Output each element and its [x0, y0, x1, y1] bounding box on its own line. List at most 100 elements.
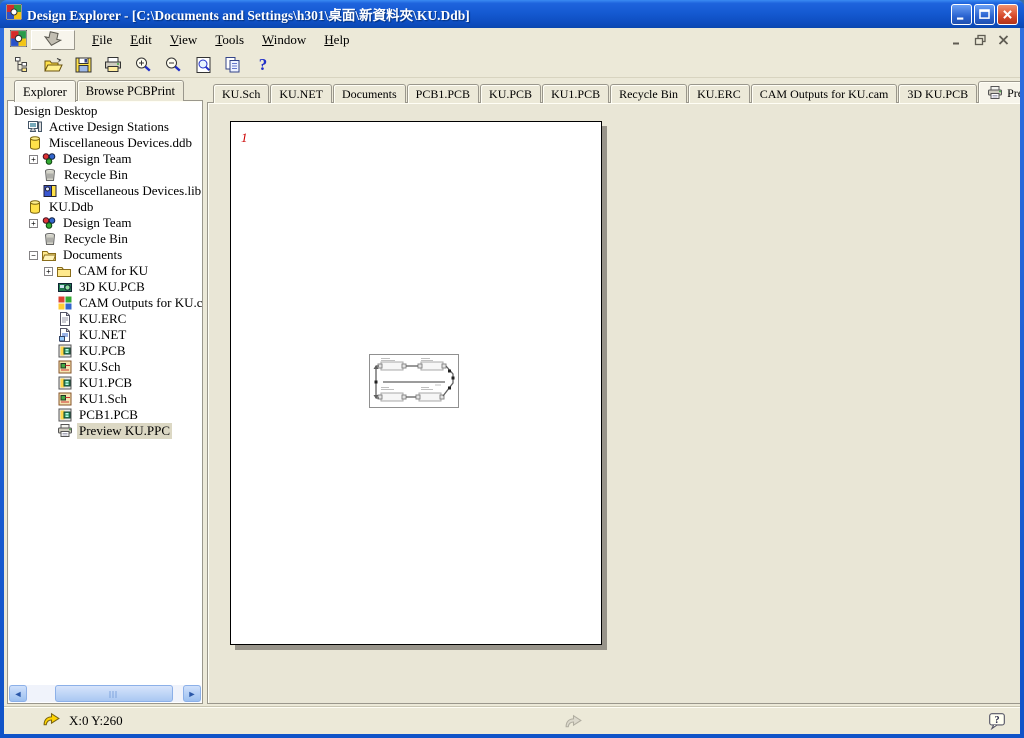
- context-help-icon[interactable]: ?: [988, 712, 1006, 734]
- recycle-bin-icon: [42, 167, 58, 183]
- expand-toggle-icon[interactable]: −: [29, 251, 38, 260]
- page-preview-button[interactable]: [190, 53, 216, 76]
- scrollbar-thumb[interactable]: [55, 685, 173, 702]
- tree-item-miscellaneous-devices-ddb[interactable]: Miscellaneous Devices.ddb: [8, 135, 202, 151]
- status-bar: X:0 Y:260 ?: [4, 707, 1020, 734]
- tree-item-pcb1-pcb[interactable]: PCB1.PCB: [8, 407, 202, 423]
- tree-item-preview-ku-ppc[interactable]: Preview KU.PPC: [8, 423, 202, 439]
- menu-tools[interactable]: Tools: [206, 30, 253, 50]
- window-title: Design Explorer - [C:\Documents and Sett…: [27, 4, 470, 24]
- close-button[interactable]: [997, 4, 1018, 25]
- document-tab-ku-pcb[interactable]: KU.PCB: [480, 84, 541, 103]
- sch-doc-icon: [57, 359, 73, 375]
- expand-toggle-icon[interactable]: +: [44, 267, 53, 276]
- protel-app-icon[interactable]: [10, 30, 27, 51]
- document-tab-documents[interactable]: Documents: [333, 84, 406, 103]
- tree-item-ku-net[interactable]: KU.NET: [8, 327, 202, 343]
- tree-item-label: Active Design Stations: [47, 119, 171, 135]
- open-document-button[interactable]: [40, 53, 66, 76]
- panel-tab-browse-pcbprint[interactable]: Browse PCBPrint: [77, 80, 184, 101]
- scroll-right-button[interactable]: ►: [183, 685, 201, 702]
- tree-item-label: Preview KU.PPC: [77, 423, 172, 439]
- tab-label: 3D KU.PCB: [907, 87, 968, 102]
- status-arrow-disabled-icon: [564, 714, 583, 733]
- tree-item-3d-ku-pcb[interactable]: 3D KU.PCB: [8, 279, 202, 295]
- tab-label: KU.ERC: [697, 87, 741, 102]
- cam-outputs-icon: [57, 295, 73, 311]
- tree-item-ku1-pcb[interactable]: KU1.PCB: [8, 375, 202, 391]
- document-tab-pcb1-pcb[interactable]: PCB1.PCB: [407, 84, 479, 103]
- zoom-out-button[interactable]: [160, 53, 186, 76]
- document-panel: KU.SchKU.NET Documents PCB1.PCBKU.PCB KU1.P…: [207, 80, 1020, 704]
- tree-item-ku-sch[interactable]: KU.Sch: [8, 359, 202, 375]
- document-tab-preview-ku-ppc[interactable]: Preview KU.PPC: [978, 81, 1020, 103]
- sch-doc-icon: [57, 391, 73, 407]
- help-button[interactable]: ?: [250, 53, 276, 76]
- tree-item-label: PCB1.PCB: [77, 407, 140, 423]
- tree-item-label: KU.NET: [77, 327, 128, 343]
- pcb-print-preview-drawing: [369, 352, 461, 414]
- zoom-out-icon: [163, 56, 183, 74]
- maximize-button[interactable]: [974, 4, 995, 25]
- panel-tab-explorer[interactable]: Explorer: [14, 80, 76, 102]
- document-tab-ku-sch[interactable]: KU.Sch: [213, 84, 269, 103]
- design-manager-toggle-button[interactable]: [10, 53, 36, 76]
- main-toolbar: ?: [4, 52, 1020, 78]
- design-explorer-menu-button[interactable]: [31, 30, 75, 50]
- tree-item-ku1-sch[interactable]: KU1.Sch: [8, 391, 202, 407]
- copy-button[interactable]: [220, 53, 246, 76]
- menu-help[interactable]: Help: [315, 30, 358, 50]
- document-tab-ku-erc[interactable]: KU.ERC: [688, 84, 750, 103]
- tree-item-active-design-stations[interactable]: Active Design Stations: [8, 119, 202, 135]
- tree-item-cam-for-ku[interactable]: +CAM for KU: [8, 263, 202, 279]
- pcb-doc-icon: [57, 407, 73, 423]
- tree-item-label: Miscellaneous Devices.ddb: [47, 135, 194, 151]
- application-client-area: FileEditViewToolsWindowHelp ? Explorer Br…: [4, 28, 1020, 734]
- title-bar: Design Explorer - [C:\Documents and Sett…: [0, 0, 1024, 28]
- expand-toggle-icon[interactable]: +: [29, 155, 38, 164]
- tree-item-ku-ddb[interactable]: KU.Ddb: [8, 199, 202, 215]
- tab-label: CAM Outputs for KU.cam: [760, 87, 889, 102]
- tree-item-documents[interactable]: − Documents: [8, 247, 202, 263]
- scroll-left-button[interactable]: ◄: [9, 685, 27, 702]
- menu-file[interactable]: File: [83, 30, 121, 50]
- minimize-button[interactable]: [951, 4, 972, 25]
- tree-item-ku-erc[interactable]: KU.ERC: [8, 311, 202, 327]
- print-button[interactable]: [100, 53, 126, 76]
- save-button[interactable]: [70, 53, 96, 76]
- document-tab-3d-ku-pcb[interactable]: 3D KU.PCB: [898, 84, 977, 103]
- tree-item-ku-pcb[interactable]: KU.PCB: [8, 343, 202, 359]
- pcb-doc-icon: [57, 343, 73, 359]
- menu-window[interactable]: Window: [253, 30, 315, 50]
- zoom-in-button[interactable]: [130, 53, 156, 76]
- document-tab-cam-outputs-for-ku-cam[interactable]: CAM Outputs for KU.cam: [751, 84, 898, 103]
- tree-view: ◄ ► Design DesktopActive Design Stations…: [7, 100, 203, 704]
- tab-label: Browse PCBPrint: [86, 84, 175, 99]
- menu-edit[interactable]: Edit: [121, 30, 161, 50]
- tree-item-recycle-bin[interactable]: Recycle Bin: [8, 231, 202, 247]
- mdi-restore-button[interactable]: [972, 33, 989, 48]
- tree-item-miscellaneous-devices-lib[interactable]: Miscellaneous Devices.lib: [8, 183, 202, 199]
- tree-item-recycle-bin[interactable]: Recycle Bin: [8, 167, 202, 183]
- mdi-close-button[interactable]: [995, 33, 1012, 48]
- tab-label: KU1.PCB: [551, 87, 600, 102]
- document-tab-ku1-pcb[interactable]: KU1.PCB: [542, 84, 609, 103]
- menu-view[interactable]: View: [161, 30, 206, 50]
- tree-item-cam-outputs-for-ku-cam[interactable]: CAM Outputs for KU.cam: [8, 295, 202, 311]
- document-tab-ku-net[interactable]: KU.NET: [270, 84, 332, 103]
- printer-small-icon: [103, 56, 123, 74]
- expand-toggle-icon[interactable]: +: [29, 219, 38, 228]
- tree-item-design-team[interactable]: +Design Team: [8, 215, 202, 231]
- tree-item-label: Recycle Bin: [62, 231, 130, 247]
- tree-item-design-team[interactable]: +Design Team: [8, 151, 202, 167]
- erc-doc-icon: [57, 311, 73, 327]
- page-preview-icon: [194, 56, 213, 74]
- tree-item-design-desktop[interactable]: Design Desktop: [8, 103, 202, 119]
- design-team-icon: [41, 151, 57, 167]
- document-tab-recycle-bin[interactable]: Recycle Bin: [610, 84, 687, 103]
- tree-item-label: Documents: [61, 247, 124, 263]
- mdi-minimize-button[interactable]: [949, 33, 966, 48]
- tab-label: Documents: [342, 87, 397, 102]
- design-manager-icon: [13, 56, 33, 74]
- tree-horizontal-scrollbar[interactable]: ◄ ►: [9, 685, 201, 702]
